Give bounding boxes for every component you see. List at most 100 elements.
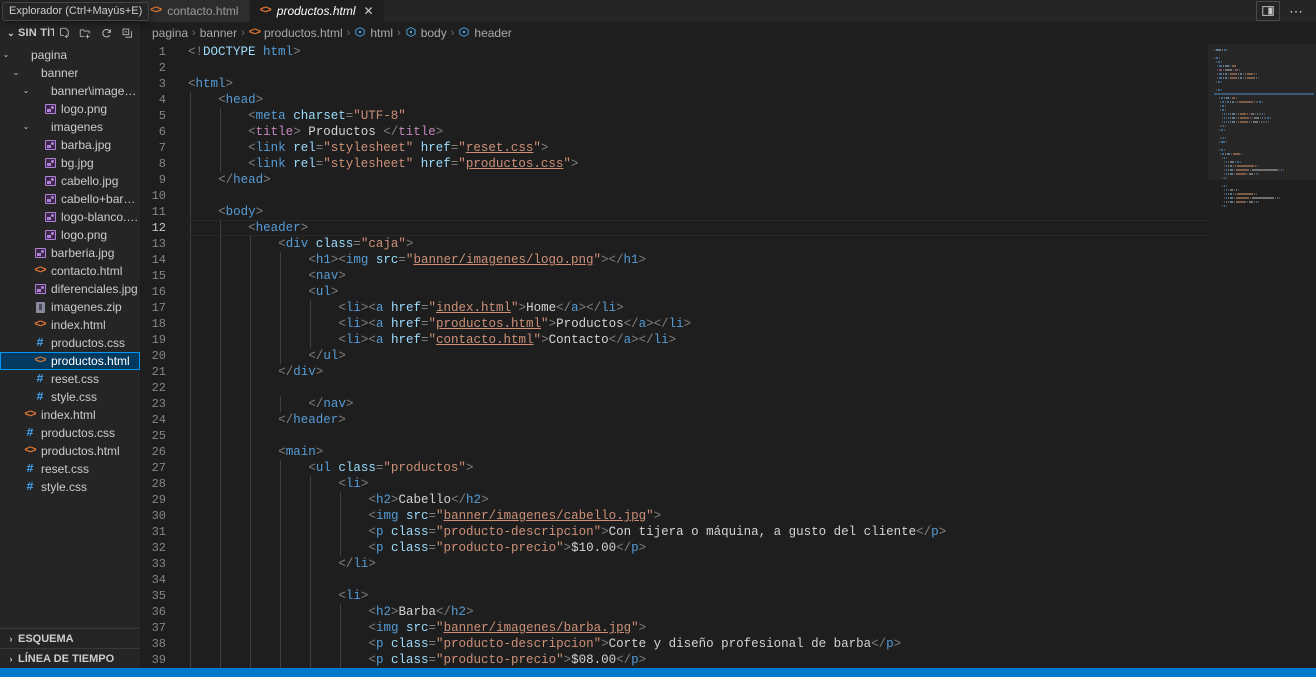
code-line[interactable]: 15 <nav>: [140, 268, 1208, 284]
tree-item[interactable]: ·logo.png: [0, 226, 140, 244]
sidebar-item-esquema[interactable]: › ESQUEMA: [0, 628, 140, 648]
code-line[interactable]: 25: [140, 428, 1208, 444]
tree-item[interactable]: ·#style.css: [0, 388, 140, 406]
code-line[interactable]: 8 <link rel="stylesheet" href="productos.…: [140, 156, 1208, 172]
code-line[interactable]: 16 <ul>: [140, 284, 1208, 300]
code-line[interactable]: 7 <link rel="stylesheet" href="reset.css"…: [140, 140, 1208, 156]
chevron-down-icon[interactable]: ⌄: [20, 123, 32, 131]
code-line[interactable]: 11 <body>: [140, 204, 1208, 220]
tree-item[interactable]: ·logo.png: [0, 100, 140, 118]
code-line[interactable]: 38 <p class="producto-descripcion">Corte …: [140, 636, 1208, 652]
code-line[interactable]: 19 <li><a href="contacto.html">Contacto</…: [140, 332, 1208, 348]
tree-item[interactable]: ·<>contacto.html: [0, 262, 140, 280]
breadcrumb-item-header[interactable]: header: [458, 26, 512, 41]
minimap-line: [1214, 96, 1314, 99]
tree-item[interactable]: ·#reset.css: [0, 370, 140, 388]
explorer-section-header[interactable]: ⌄ SIN TÍT...: [0, 22, 140, 44]
tree-item[interactable]: ·#reset.css: [0, 460, 140, 478]
code-line[interactable]: 9 </head>: [140, 172, 1208, 188]
more-actions-icon[interactable]: ⋯: [1289, 4, 1304, 18]
tree-item[interactable]: ·barba.jpg: [0, 136, 140, 154]
breadcrumb[interactable]: pagina › banner › <> productos.html › html › body…: [140, 22, 1316, 44]
code-line[interactable]: 18 <li><a href="productos.html">Productos…: [140, 316, 1208, 332]
code-line[interactable]: 35 <li>: [140, 588, 1208, 604]
tree-item[interactable]: ⌄ banner\imagenes: [0, 82, 140, 100]
collapse-all-icon[interactable]: [117, 24, 137, 42]
code-editor[interactable]: 1 <!DOCTYPE html> 2 3 <html> 4 <head> 5 <meta ch…: [140, 44, 1208, 668]
new-folder-icon[interactable]: [75, 24, 95, 42]
breadcrumb-item-body[interactable]: body: [405, 26, 447, 41]
tree-item[interactable]: ·imagenes.zip: [0, 298, 140, 316]
breadcrumb-item-html[interactable]: html: [354, 26, 393, 41]
code-line[interactable]: 36 <h2>Barba</h2>: [140, 604, 1208, 620]
tree-item[interactable]: ·<>productos.html: [0, 442, 140, 460]
breadcrumb-item-productos.html[interactable]: <> productos.html: [249, 26, 343, 40]
code-line[interactable]: 28 <li>: [140, 476, 1208, 492]
code-line[interactable]: 5 <meta charset="UTF-8": [140, 108, 1208, 124]
close-icon[interactable]: ✕: [363, 5, 373, 17]
tree-item[interactable]: ·diferenciales.jpg: [0, 280, 140, 298]
code-line[interactable]: 26 <main>: [140, 444, 1208, 460]
code-line[interactable]: 12 <header>: [140, 220, 1208, 236]
minimap-token: [1225, 68, 1233, 71]
code-line[interactable]: 39 <p class="producto-precio">$08.00</p>: [140, 652, 1208, 668]
code-line[interactable]: 17 <li><a href="index.html">Home</a></li>: [140, 300, 1208, 316]
status-bar[interactable]: [0, 668, 1316, 677]
code-line[interactable]: 37 <img src="banner/imagenes/barba.jpg">: [140, 620, 1208, 636]
code-line[interactable]: 10: [140, 188, 1208, 204]
tree-item[interactable]: ·barberia.jpg: [0, 244, 140, 262]
chevron-down-icon[interactable]: ⌄: [4, 28, 18, 39]
tree-item[interactable]: ·#productos.css: [0, 334, 140, 352]
tab-bar[interactable]: <> contacto.html <> productos.html ✕: [140, 0, 385, 22]
tree-item[interactable]: ·#productos.css: [0, 424, 140, 442]
code-line[interactable]: 2: [140, 60, 1208, 76]
refresh-icon[interactable]: [96, 24, 116, 42]
tree-item-selected[interactable]: ·<>productos.html: [0, 352, 140, 370]
tree-item[interactable]: ⌄ pagina: [0, 46, 140, 64]
tree-item[interactable]: ·cabello+barba.jpg: [0, 190, 140, 208]
code-line[interactable]: 32 <p class="producto-precio">$10.00</p>: [140, 540, 1208, 556]
file-tree[interactable]: ⌄pagina⌄banner⌄banner\imagenes·logo.png⌄…: [0, 44, 140, 627]
chevron-down-icon[interactable]: ⌄: [20, 87, 32, 95]
code-line[interactable]: 29 <h2>Cabello</h2>: [140, 492, 1208, 508]
tree-item[interactable]: ·<>index.html: [0, 406, 140, 424]
code-line[interactable]: 30 <img src="banner/imagenes/cabello.jpg"…: [140, 508, 1208, 524]
code-line[interactable]: 6 <title> Productos </title>: [140, 124, 1208, 140]
code-line[interactable]: 22: [140, 380, 1208, 396]
code-content: <html>: [188, 77, 234, 91]
code-line[interactable]: 1 <!DOCTYPE html>: [140, 44, 1208, 60]
code-line[interactable]: 13 <div class="caja">: [140, 236, 1208, 252]
sidebar-item-linea-de-tiempo[interactable]: › LÍNEA DE TIEMPO: [0, 648, 140, 668]
code-line[interactable]: 23 </nav>: [140, 396, 1208, 412]
chevron-down-icon[interactable]: ⌄: [0, 51, 12, 59]
code-line[interactable]: 14 <h1><img src="banner/imagenes/logo.png…: [140, 252, 1208, 268]
image-file-icon: [44, 176, 56, 186]
code-line[interactable]: 21 </div>: [140, 364, 1208, 380]
code-line[interactable]: 3 <html>: [140, 76, 1208, 92]
tab-contacto-html[interactable]: <> contacto.html: [140, 0, 250, 22]
tree-item[interactable]: ·cabello.jpg: [0, 172, 140, 190]
minimap[interactable]: [1208, 44, 1316, 668]
tab-productos-html[interactable]: <> productos.html ✕: [249, 0, 385, 22]
tree-item[interactable]: ·logo-blanco.png: [0, 208, 140, 226]
split-editor-icon[interactable]: [1256, 1, 1280, 21]
code-line[interactable]: 34: [140, 572, 1208, 588]
code-line[interactable]: 24 </header>: [140, 412, 1208, 428]
chevron-down-icon[interactable]: ⌄: [10, 69, 22, 77]
minimap-token: [1256, 72, 1257, 75]
code-line[interactable]: 31 <p class="producto-descripcion">Con ti…: [140, 524, 1208, 540]
new-file-icon[interactable]: [54, 24, 74, 42]
code-line[interactable]: 27 <ul class="productos">: [140, 460, 1208, 476]
code-line[interactable]: 4 <head>: [140, 92, 1208, 108]
breadcrumb-item-banner[interactable]: banner: [200, 26, 237, 40]
tree-item[interactable]: ·<>index.html: [0, 316, 140, 334]
code-line[interactable]: 33 </li>: [140, 556, 1208, 572]
tree-item[interactable]: ⌄ imagenes: [0, 118, 140, 136]
tree-item[interactable]: ·bg.jpg: [0, 154, 140, 172]
tree-item[interactable]: ⌄ banner: [0, 64, 140, 82]
line-number: 10: [151, 189, 166, 203]
tree-item[interactable]: ·#style.css: [0, 478, 140, 496]
breadcrumb-item-pagina[interactable]: pagina: [152, 26, 188, 40]
image-file-icon: [44, 230, 56, 240]
code-line[interactable]: 20 </ul>: [140, 348, 1208, 364]
